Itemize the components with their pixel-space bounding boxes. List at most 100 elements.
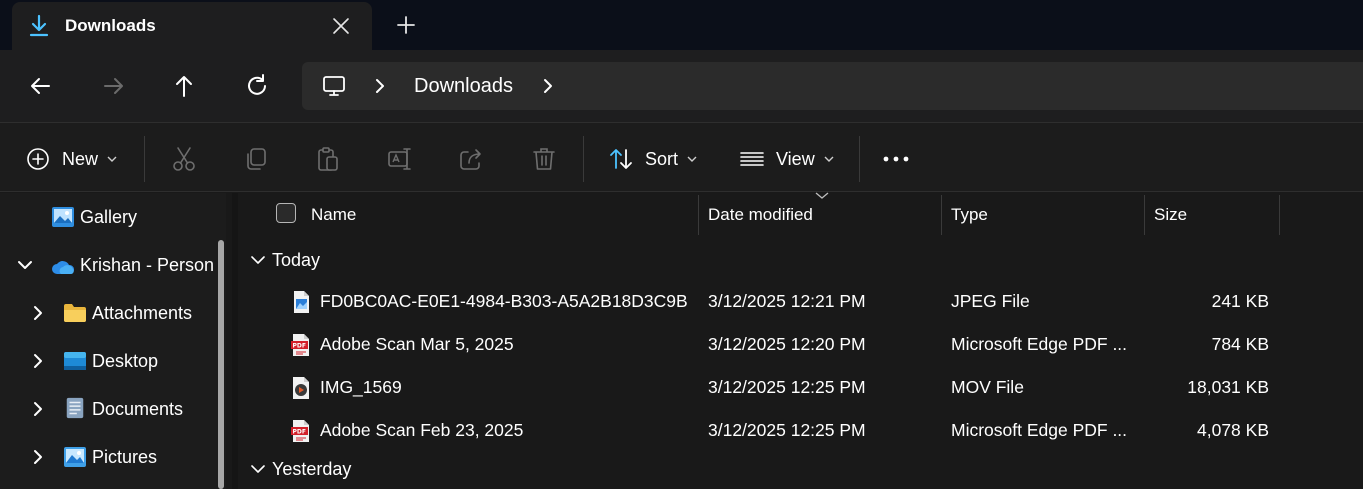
toolbar-divider [859, 136, 860, 182]
folder-icon [64, 304, 86, 322]
pdf-icon: PDF [291, 334, 309, 356]
group-header-yesterday[interactable]: Yesterday [238, 450, 1363, 488]
tab-downloads[interactable]: Downloads [12, 2, 372, 50]
rename-button[interactable] [387, 145, 413, 173]
breadcrumb-downloads[interactable]: Downloads [414, 75, 513, 98]
gallery-icon [52, 207, 74, 227]
share-button[interactable] [459, 145, 485, 173]
chevron-right-icon[interactable] [372, 76, 388, 96]
sidebar-item-label: Gallery [80, 207, 138, 227]
column-divider[interactable] [1279, 195, 1280, 235]
sidebar-item-documents[interactable]: Documents [0, 389, 226, 429]
file-row[interactable]: PDF Adobe Scan Feb 23, 2025 3/12/2025 12… [238, 409, 1363, 452]
chevron-down-icon[interactable] [250, 254, 266, 266]
file-size: 18,031 KB [1187, 377, 1269, 397]
new-label: New [62, 148, 99, 169]
navigation-bar: Downloads [0, 50, 1363, 122]
more-options-button[interactable] [883, 145, 909, 173]
video-icon [293, 377, 309, 399]
file-date-modified: 3/12/2025 12:25 PM [708, 420, 866, 440]
sidebar-item-pictures[interactable]: Pictures [0, 437, 226, 477]
up-arrow-icon[interactable] [170, 72, 198, 100]
file-name: Adobe Scan Mar 5, 2025 [320, 334, 514, 354]
sidebar-item-gallery[interactable]: Gallery [0, 197, 226, 237]
file-row[interactable]: IMG_1569 3/12/2025 12:25 PM MOV File 18,… [238, 366, 1363, 409]
cut-button[interactable] [172, 145, 196, 173]
chevron-down-icon [687, 156, 697, 162]
paste-icon [318, 147, 338, 171]
new-button[interactable]: New [26, 145, 117, 173]
plus-circle-icon [27, 148, 49, 170]
onedrive-cloud-icon [52, 261, 75, 274]
sidebar-item-label: Desktop [92, 351, 159, 371]
sidebar-item-label: Krishan - Person [80, 255, 215, 275]
navigation-pane: Gallery Krishan - Person Attachments Des… [0, 193, 226, 489]
jpeg-image-icon [294, 291, 309, 313]
svg-text:PDF: PDF [293, 343, 306, 350]
cut-icon [173, 147, 195, 171]
column-header-name[interactable]: Name [238, 193, 698, 235]
file-type: Microsoft Edge PDF ... [951, 420, 1128, 440]
file-type: MOV File [951, 377, 1024, 397]
column-header-label: Type [951, 205, 988, 224]
group-label: Today [272, 250, 321, 270]
group-label: Yesterday [272, 459, 352, 479]
file-date-modified: 3/12/2025 12:21 PM [708, 291, 866, 311]
sidebar-item-label: Documents [92, 399, 184, 419]
desktop-icon [64, 352, 86, 370]
view-list-icon [740, 152, 764, 166]
chevron-down-icon[interactable] [17, 257, 33, 273]
share-icon [460, 149, 481, 170]
file-row[interactable]: PDF Adobe Scan Mar 5, 2025 3/12/2025 12:… [238, 323, 1363, 366]
chevron-down-icon [824, 156, 834, 162]
paste-button[interactable] [316, 145, 340, 173]
file-size: 4,078 KB [1197, 420, 1269, 440]
back-arrow-icon[interactable] [27, 72, 55, 100]
chevron-down-icon[interactable] [250, 463, 266, 475]
select-all-checkbox[interactable] [276, 203, 296, 223]
download-icon [29, 14, 49, 37]
file-type: Microsoft Edge PDF ... [951, 334, 1128, 354]
file-name: IMG_1569 [320, 377, 402, 397]
address-bar[interactable]: Downloads [302, 62, 1363, 110]
chevron-right-icon[interactable] [30, 305, 46, 321]
sidebar-item-attachments[interactable]: Attachments [0, 293, 226, 333]
group-header-today[interactable]: Today [238, 241, 1363, 279]
file-date-modified: 3/12/2025 12:25 PM [708, 377, 866, 397]
more-options-icon [883, 156, 909, 162]
column-header-type[interactable]: Type [942, 193, 1144, 235]
delete-icon [533, 148, 555, 170]
toolbar-divider [583, 136, 584, 182]
sort-button[interactable]: Sort [609, 145, 697, 173]
view-button[interactable]: View [740, 145, 834, 173]
this-pc-icon[interactable] [322, 74, 346, 98]
sidebar-item-label: Pictures [92, 447, 158, 467]
column-header-date-modified[interactable]: Date modified [699, 193, 941, 235]
sidebar-item-desktop[interactable]: Desktop [0, 341, 226, 381]
sidebar-item-onedrive[interactable]: Krishan - Person [0, 245, 226, 285]
rename-icon [388, 148, 411, 170]
sidebar-scrollbar[interactable] [218, 240, 224, 489]
delete-button[interactable] [532, 145, 556, 173]
refresh-icon[interactable] [243, 72, 271, 100]
chevron-right-icon[interactable] [540, 76, 556, 96]
pictures-icon [64, 447, 86, 467]
file-type: JPEG File [951, 291, 1030, 311]
new-tab-plus-icon[interactable] [395, 14, 417, 36]
file-size: 241 KB [1211, 291, 1269, 311]
chevron-right-icon[interactable] [30, 353, 46, 369]
file-name: Adobe Scan Feb 23, 2025 [320, 420, 524, 440]
column-header-size[interactable]: Size [1145, 193, 1279, 235]
sort-label: Sort [645, 148, 679, 169]
file-date-modified: 3/12/2025 12:20 PM [708, 334, 866, 354]
command-bar: New Sort View [0, 122, 1363, 192]
forward-arrow-icon[interactable] [99, 72, 127, 100]
chevron-right-icon[interactable] [30, 449, 46, 465]
close-icon[interactable] [330, 15, 352, 37]
copy-button[interactable] [244, 145, 268, 173]
file-row[interactable]: FD0BC0AC-E0E1-4984-B303-A5A2B18D3C9B 3/1… [238, 280, 1363, 323]
chevron-right-icon[interactable] [30, 401, 46, 417]
svg-text:PDF: PDF [293, 429, 306, 436]
tab-strip: Downloads [0, 0, 1363, 50]
column-header-label: Date modified [708, 205, 813, 224]
